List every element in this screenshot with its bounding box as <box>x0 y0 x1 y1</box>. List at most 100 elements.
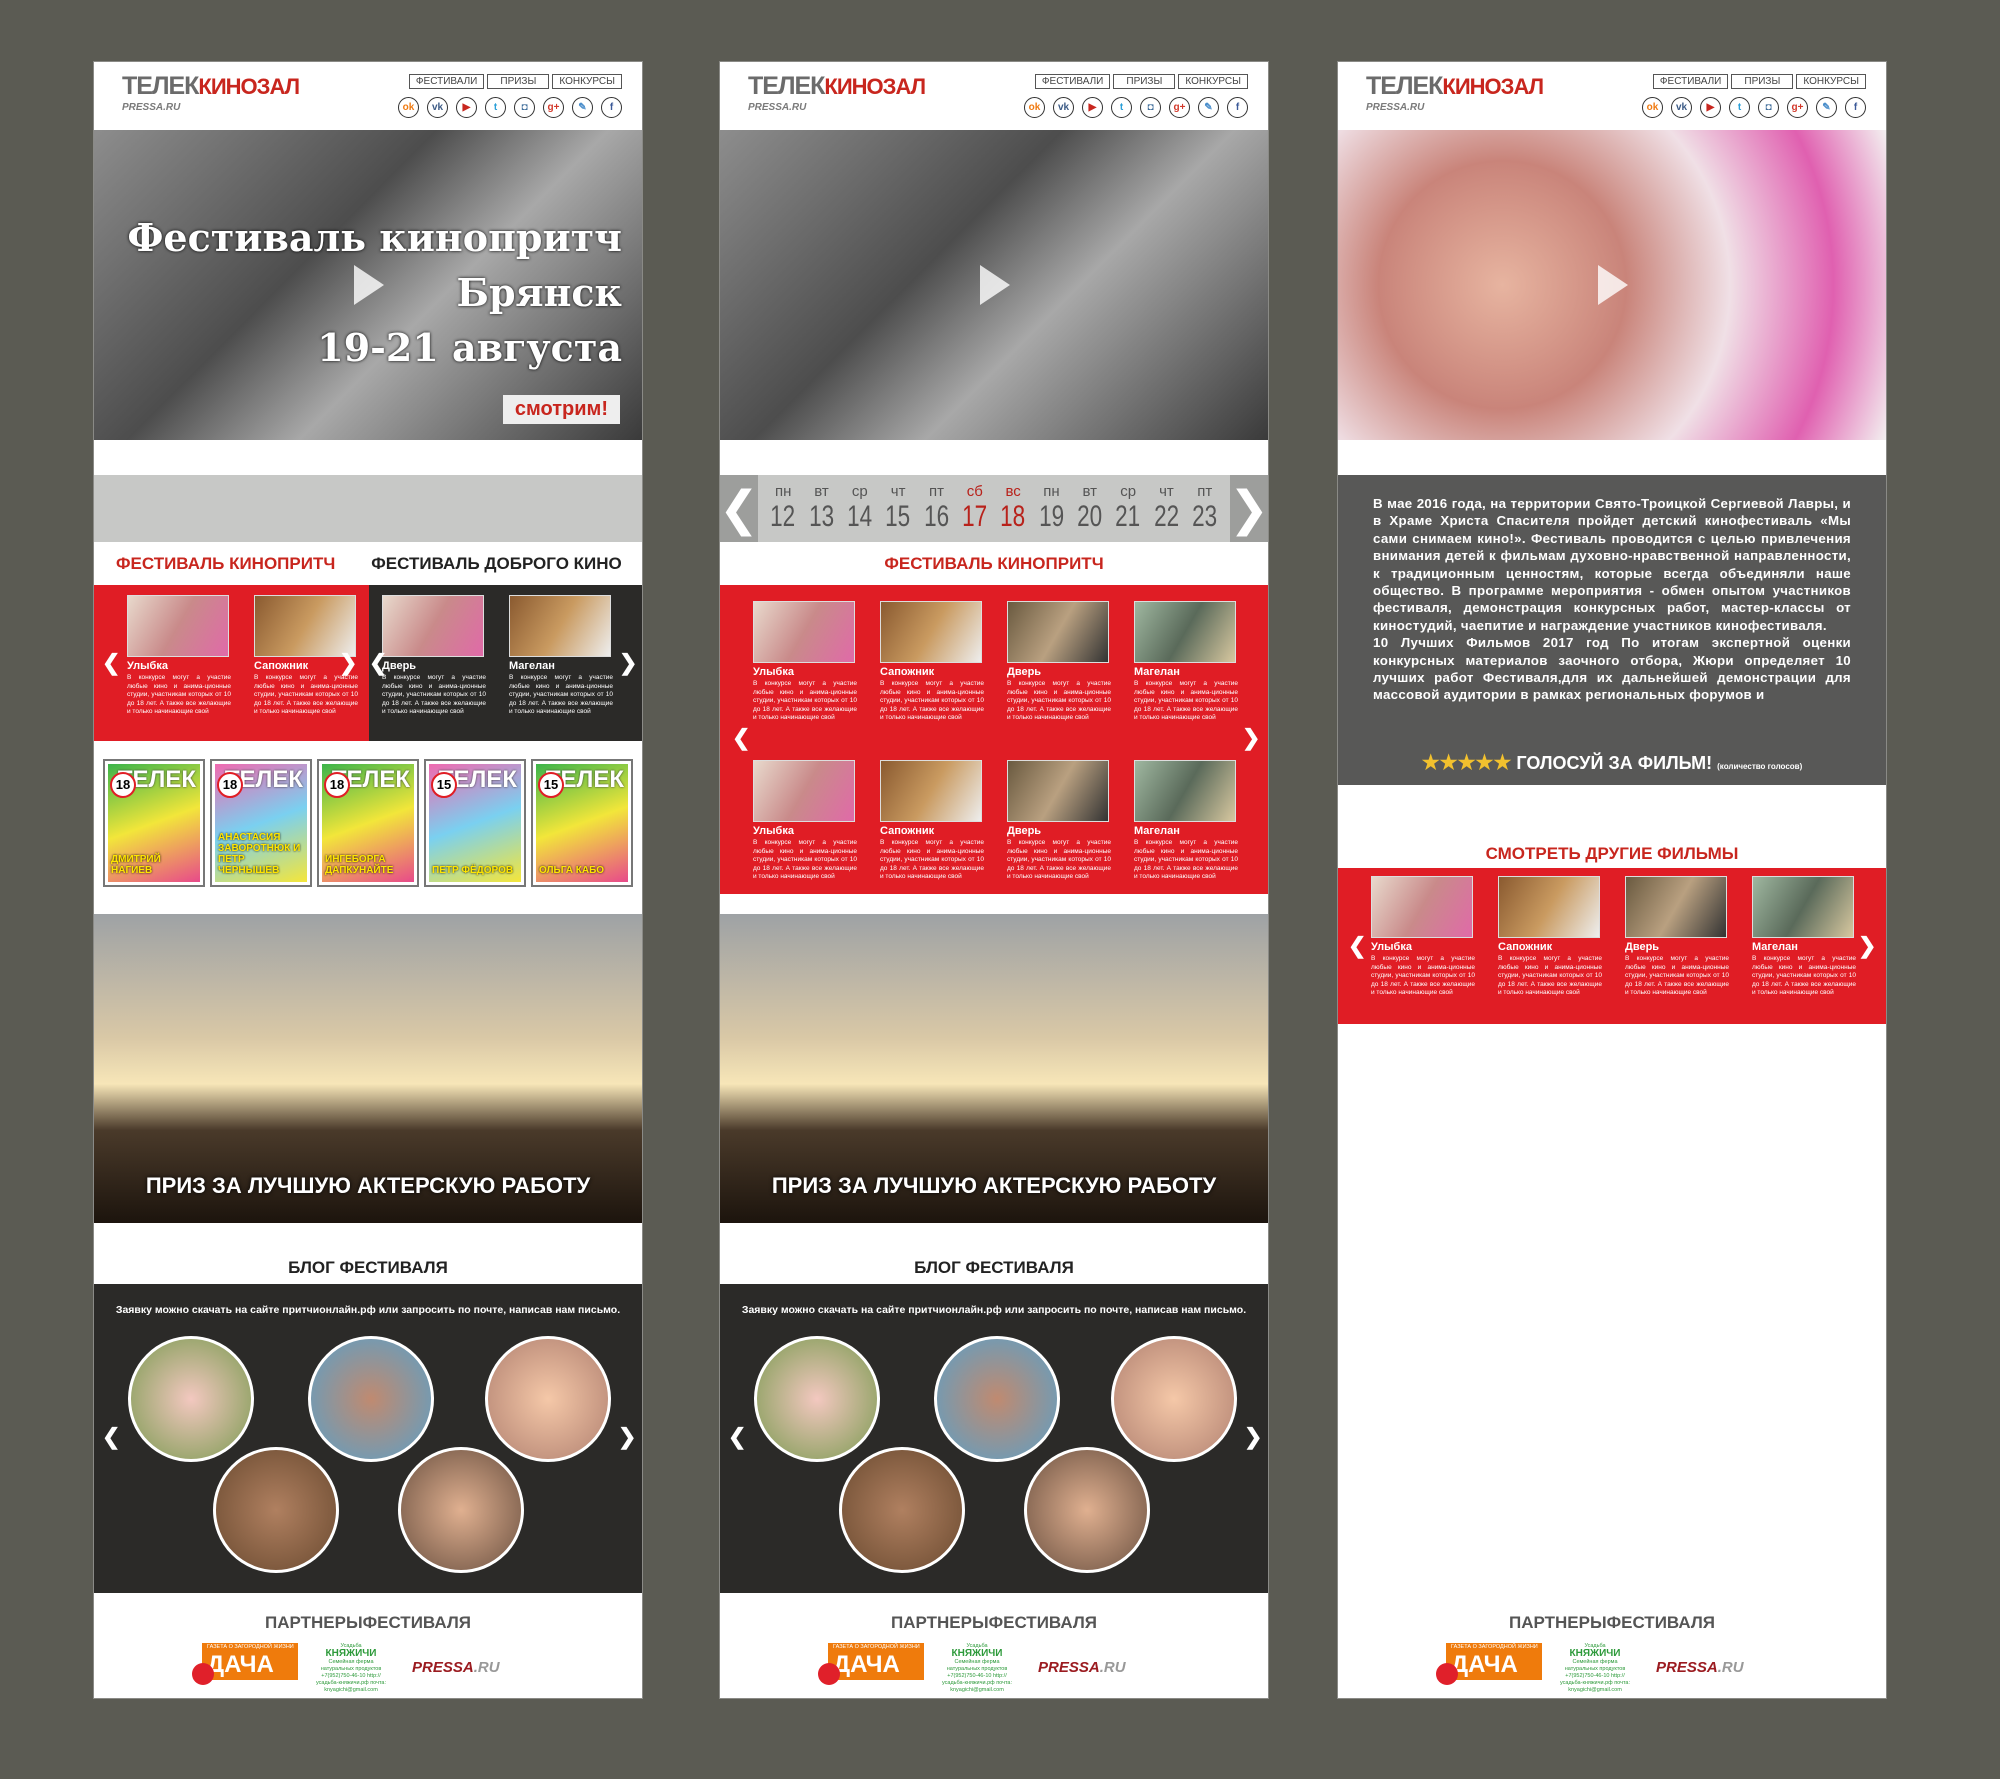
blog-photo[interactable] <box>213 1447 339 1573</box>
blog-photo[interactable] <box>839 1447 965 1573</box>
calendar-day[interactable]: пт 16 <box>920 483 953 534</box>
facebook-icon[interactable]: f <box>1845 97 1866 118</box>
film-card[interactable]: Магелан В конкурсе могут а участие любые … <box>1752 876 1856 998</box>
film-thumbnail[interactable] <box>1007 760 1109 822</box>
odnoklassniki-icon[interactable]: ok <box>398 97 419 118</box>
arrow-right-icon[interactable]: ❯ <box>1244 1424 1262 1450</box>
blog-photo[interactable] <box>485 1336 611 1462</box>
film-thumbnail[interactable] <box>1752 876 1854 938</box>
partner-knyazhichi[interactable]: Усадьба КНЯЖИЧИ Семейная ферма натуральных… <box>1556 1643 1634 1694</box>
google-plus-icon[interactable]: g+ <box>1787 97 1808 118</box>
film-thumbnail[interactable] <box>254 595 356 657</box>
partner-dacha[interactable]: ГАЗЕТА О ЗАГОРОДНОЙ ЖИЗНИ ДАЧА <box>828 1643 924 1680</box>
vote-button[interactable]: ★★★★★ ГОЛОСУЙ ЗА ФИЛЬМ! (количество голо… <box>1338 750 1886 775</box>
film-thumbnail[interactable] <box>753 760 855 822</box>
vk-icon[interactable]: vk <box>427 97 448 118</box>
livejournal-icon[interactable]: ✎ <box>572 97 593 118</box>
tab-festival-dobro[interactable]: ФЕСТИВАЛЬ ДОБРОГО КИНО <box>371 554 621 574</box>
nav-festivals[interactable]: ФЕСТИВАЛИ <box>1034 74 1111 89</box>
watch-button[interactable]: смотрим! <box>502 395 620 424</box>
blog-photo[interactable] <box>1111 1336 1237 1462</box>
film-thumbnail[interactable] <box>1371 876 1473 938</box>
calendar-day[interactable]: пт 23 <box>1188 483 1221 534</box>
film-card[interactable]: Магелан В конкурсе могут а участие любые … <box>509 595 613 717</box>
arrow-left-icon[interactable]: ❮ <box>102 1424 120 1450</box>
film-card[interactable]: Дверь В конкурсе могут а участие любые ки… <box>1007 601 1111 723</box>
calendar-day[interactable]: ср 21 <box>1111 483 1144 534</box>
nav-prizes[interactable]: ПРИЗЫ <box>1113 74 1176 89</box>
blog-photo[interactable] <box>754 1336 880 1462</box>
tab-festival-pritch[interactable]: ФЕСТИВАЛЬ КИНОПРИТЧ <box>116 554 335 574</box>
partner-knyazhichi[interactable]: Усадьба КНЯЖИЧИ Семейная ферма натуральных… <box>312 1643 390 1694</box>
partner-dacha[interactable]: ГАЗЕТА О ЗАГОРОДНОЙ ЖИЗНИ ДАЧА <box>202 1643 298 1680</box>
youtube-icon[interactable]: ▶ <box>1700 97 1721 118</box>
calendar-day[interactable]: вт 13 <box>805 483 838 534</box>
partner-knyazhichi[interactable]: Усадьба КНЯЖИЧИ Семейная ферма натуральных… <box>938 1643 1016 1694</box>
calendar-day[interactable]: пн 19 <box>1035 483 1068 534</box>
hero-video[interactable] <box>720 130 1268 440</box>
instagram-icon[interactable]: ◘ <box>1140 97 1161 118</box>
partner-pressa[interactable]: PRESSA.RU <box>1656 1659 1744 1676</box>
facebook-icon[interactable]: f <box>601 97 622 118</box>
film-card[interactable]: Улыбка В конкурсе могут а участие любые к… <box>753 601 857 723</box>
nav-contests[interactable]: КОНКУРСЫ <box>552 74 622 89</box>
hero-video[interactable]: Фестиваль кинопритч Брянск 19-21 августа см… <box>94 130 642 440</box>
magazine-cover[interactable]: ТЕЛЕК 15 ОЛЬГА КАБО <box>531 759 633 887</box>
youtube-icon[interactable]: ▶ <box>1082 97 1103 118</box>
film-card[interactable]: Сапожник В конкурсе могут а участие любые… <box>880 760 984 882</box>
prize-banner[interactable]: ПРИЗ ЗА ЛУЧШУЮ АКТЕРСКУЮ РАБОТУ <box>720 914 1268 1223</box>
blog-photo[interactable] <box>308 1336 434 1462</box>
magazine-cover[interactable]: ТЕЛЕК 15 ПЕТР ФЁДОРОВ <box>424 759 526 887</box>
odnoklassniki-icon[interactable]: ok <box>1642 97 1663 118</box>
calendar-day[interactable]: вс 18 <box>996 483 1029 534</box>
nav-prizes[interactable]: ПРИЗЫ <box>1731 74 1794 89</box>
nav-festivals[interactable]: ФЕСТИВАЛИ <box>408 74 485 89</box>
twitter-icon[interactable]: t <box>1111 97 1132 118</box>
site-logo[interactable]: ТЕЛЕККИНОЗАЛ <box>1366 72 1544 101</box>
youtube-icon[interactable]: ▶ <box>456 97 477 118</box>
film-card[interactable]: Магелан В конкурсе могут а участие любые … <box>1134 760 1238 882</box>
film-thumbnail[interactable] <box>1134 601 1236 663</box>
film-thumbnail[interactable] <box>127 595 229 657</box>
film-thumbnail[interactable] <box>1134 760 1236 822</box>
twitter-icon[interactable]: t <box>1729 97 1750 118</box>
facebook-icon[interactable]: f <box>1227 97 1248 118</box>
film-thumbnail[interactable] <box>1007 601 1109 663</box>
nav-festivals[interactable]: ФЕСТИВАЛИ <box>1652 74 1729 89</box>
film-card[interactable]: Улыбка В конкурсе могут а участие любые к… <box>753 760 857 882</box>
film-thumbnail[interactable] <box>1625 876 1727 938</box>
site-logo[interactable]: ТЕЛЕККИНОЗАЛ <box>122 72 300 101</box>
magazine-cover[interactable]: ТЕЛЕК 18 ИНГЕБОРГА ДАПКУНАЙТЕ <box>317 759 419 887</box>
calendar-day[interactable]: ср 14 <box>843 483 876 534</box>
hero-video[interactable] <box>1338 130 1886 440</box>
livejournal-icon[interactable]: ✎ <box>1816 97 1837 118</box>
arrow-left-icon[interactable]: ❮ <box>728 1424 746 1450</box>
vk-icon[interactable]: vk <box>1671 97 1692 118</box>
partner-dacha[interactable]: ГАЗЕТА О ЗАГОРОДНОЙ ЖИЗНИ ДАЧА <box>1446 1643 1542 1680</box>
arrow-left-icon[interactable]: ❮ <box>732 725 750 751</box>
calendar-day[interactable]: чт 15 <box>881 483 914 534</box>
calendar-day[interactable]: пн 12 <box>766 483 799 534</box>
arrow-right-icon[interactable]: ❯ <box>1858 933 1876 959</box>
partner-pressa[interactable]: PRESSA.RU <box>412 1659 500 1676</box>
odnoklassniki-icon[interactable]: ok <box>1024 97 1045 118</box>
film-thumbnail[interactable] <box>880 760 982 822</box>
calendar-prev-button[interactable]: ❮ <box>720 475 759 542</box>
film-card[interactable]: Дверь В конкурсе могут а участие любые ки… <box>1007 760 1111 882</box>
vk-icon[interactable]: vk <box>1053 97 1074 118</box>
arrow-right-icon[interactable]: ❯ <box>1242 725 1260 751</box>
blog-photo[interactable] <box>934 1336 1060 1462</box>
google-plus-icon[interactable]: g+ <box>543 97 564 118</box>
film-thumbnail[interactable] <box>509 595 611 657</box>
calendar-next-button[interactable]: ❯ <box>1229 475 1268 542</box>
arrow-left-icon[interactable]: ❮ <box>1348 933 1366 959</box>
film-card[interactable]: Дверь В конкурсе могут а участие любые ки… <box>382 595 486 717</box>
livejournal-icon[interactable]: ✎ <box>1198 97 1219 118</box>
film-card[interactable]: Магелан В конкурсе могут а участие любые … <box>1134 601 1238 723</box>
magazine-cover[interactable]: ТЕЛЕК 18 АНАСТАСИЯ ЗАВОРОТНЮК И ПЕТР ЧЕРНЫ… <box>210 759 312 887</box>
film-card[interactable]: Улыбка В конкурсе могут а участие любые к… <box>1371 876 1475 998</box>
film-thumbnail[interactable] <box>753 601 855 663</box>
instagram-icon[interactable]: ◘ <box>1758 97 1779 118</box>
arrow-right-icon[interactable]: ❯ <box>339 650 357 676</box>
rating-stars-icon[interactable]: ★★★★★ <box>1422 752 1512 774</box>
